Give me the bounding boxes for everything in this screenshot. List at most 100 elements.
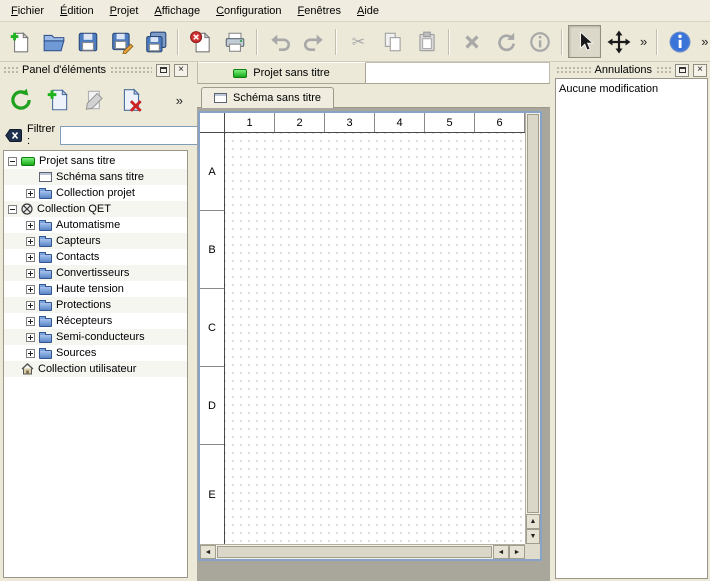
- float-dock-button[interactable]: [156, 64, 170, 77]
- pan-mode-button[interactable]: [602, 25, 635, 58]
- expand-icon[interactable]: [26, 221, 35, 230]
- dock-grip[interactable]: [556, 66, 591, 74]
- menu-aide[interactable]: Aide: [350, 2, 386, 20]
- elements-panel-titlebar: Panel d'éléments ×: [0, 62, 191, 78]
- dock-grip[interactable]: [3, 66, 18, 74]
- undo-list-item[interactable]: Aucune modification: [559, 81, 704, 96]
- float-dock-button[interactable]: [675, 64, 689, 77]
- rotate-button[interactable]: [489, 25, 522, 58]
- ruler-column: 2: [275, 113, 325, 132]
- info-gray-icon: [528, 30, 552, 54]
- scroll-left-button[interactable]: ◄: [200, 545, 216, 559]
- schema-tabbar: Schéma sans titre: [197, 84, 550, 108]
- tree-item-automatisme[interactable]: Automatisme: [4, 217, 187, 233]
- horizontal-scrollbar[interactable]: ◄ ◄ ►: [200, 544, 525, 559]
- info-blue-icon: [668, 30, 692, 54]
- collapse-icon[interactable]: [8, 157, 17, 166]
- tab-schema[interactable]: Schéma sans titre: [201, 87, 334, 108]
- menu-fichier[interactable]: Fichier: [4, 2, 51, 20]
- expand-icon[interactable]: [26, 285, 35, 294]
- expand-icon[interactable]: [26, 189, 35, 198]
- tree-item-capteurs[interactable]: Capteurs: [4, 233, 187, 249]
- main-toolbar: ✂: [0, 22, 710, 62]
- schema-tab-label: Schéma sans titre: [233, 92, 321, 104]
- ruler-corner: [200, 113, 225, 133]
- help-toolbar-overflow-chevron[interactable]: »: [697, 34, 710, 49]
- tree-item-recepteurs[interactable]: Récepteurs: [4, 313, 187, 329]
- vertical-scrollbar[interactable]: ▲ ▼: [525, 113, 540, 544]
- open-project-button[interactable]: [37, 25, 70, 58]
- expand-icon[interactable]: [26, 301, 35, 310]
- tree-item-collection-projet[interactable]: Collection projet: [4, 185, 187, 201]
- new-element-button[interactable]: [41, 83, 75, 117]
- paste-button[interactable]: [410, 25, 443, 58]
- tree-item-semi-conducteurs[interactable]: Semi-conducteurs: [4, 329, 187, 345]
- toolbar-separator: [448, 29, 450, 55]
- edit-element-button[interactable]: [78, 83, 112, 117]
- panel-toolbar-overflow-chevron[interactable]: »: [172, 93, 187, 108]
- expand-icon[interactable]: [26, 237, 35, 246]
- main-area: Panel d'éléments ×: [0, 62, 710, 581]
- collapse-icon[interactable]: [8, 205, 17, 214]
- filter-input[interactable]: [60, 126, 210, 145]
- tabbar-empty-area: [366, 63, 549, 83]
- menu-fenetres[interactable]: Fenêtres: [291, 2, 348, 20]
- tab-project[interactable]: Projet sans titre: [198, 62, 366, 83]
- delete-element-button[interactable]: [115, 83, 149, 117]
- tree-item-collection-qet[interactable]: Collection QET: [4, 201, 187, 217]
- tree-item-schema-sans-titre[interactable]: Schéma sans titre: [4, 169, 187, 185]
- expand-icon[interactable]: [26, 269, 35, 278]
- close-dock-button[interactable]: ×: [693, 64, 707, 77]
- expand-icon[interactable]: [26, 253, 35, 262]
- diagram-canvas[interactable]: [225, 133, 525, 544]
- reload-collections-button[interactable]: [4, 83, 38, 117]
- tree-item-contacts[interactable]: Contacts: [4, 249, 187, 265]
- rotate-icon: [494, 30, 518, 54]
- save-all-icon: [144, 30, 168, 54]
- copy-button[interactable]: [376, 25, 409, 58]
- vertical-scroll-thumb[interactable]: [527, 114, 539, 513]
- save-all-button[interactable]: [139, 25, 172, 58]
- expand-icon[interactable]: [26, 349, 35, 358]
- scroll-left-button-2[interactable]: ◄: [493, 545, 509, 559]
- element-info-button[interactable]: [523, 25, 556, 58]
- close-file-button[interactable]: [184, 25, 217, 58]
- tree-item-haute-tension[interactable]: Haute tension: [4, 281, 187, 297]
- copy-icon: [381, 30, 405, 54]
- tree-item-collection-utilisateur[interactable]: Collection utilisateur: [4, 361, 187, 377]
- dock-grip[interactable]: [656, 66, 671, 74]
- dock-grip[interactable]: [110, 66, 152, 74]
- save-as-button[interactable]: [105, 25, 138, 58]
- menu-edition[interactable]: Édition: [53, 2, 101, 20]
- menu-configuration[interactable]: Configuration: [209, 2, 288, 20]
- tree-item-protections[interactable]: Protections: [4, 297, 187, 313]
- redo-button[interactable]: [297, 25, 330, 58]
- about-button[interactable]: [663, 25, 696, 58]
- tree-item-sources[interactable]: Sources: [4, 345, 187, 361]
- expand-icon[interactable]: [26, 317, 35, 326]
- menu-affichage[interactable]: Affichage: [147, 2, 207, 20]
- scrollbar-corner: [525, 544, 540, 559]
- column-ruler: 1 2 3 4 5 6: [225, 113, 525, 133]
- menu-projet[interactable]: Projet: [103, 2, 146, 20]
- scroll-down-button[interactable]: ▼: [526, 529, 540, 544]
- close-dock-button[interactable]: ×: [174, 64, 188, 77]
- tree-item-convertisseurs[interactable]: Convertisseurs: [4, 265, 187, 281]
- project-tabbar: Projet sans titre: [197, 62, 550, 84]
- undo-button[interactable]: [263, 25, 296, 58]
- tree-item-projet-sans-titre[interactable]: Projet sans titre: [4, 153, 187, 169]
- horizontal-scroll-thumb[interactable]: [217, 546, 492, 558]
- select-mode-button[interactable]: [568, 25, 601, 58]
- print-button[interactable]: [218, 25, 251, 58]
- refresh-icon: [8, 87, 34, 113]
- cut-button[interactable]: ✂: [342, 25, 375, 58]
- scroll-up-button[interactable]: ▲: [526, 514, 540, 529]
- new-project-button[interactable]: [3, 25, 36, 58]
- clear-filter-icon[interactable]: [5, 128, 22, 143]
- expand-icon[interactable]: [26, 333, 35, 342]
- save-button[interactable]: [71, 25, 104, 58]
- toolbar-overflow-chevron[interactable]: »: [636, 34, 651, 49]
- folder-icon: [39, 238, 52, 247]
- delete-button[interactable]: [455, 25, 488, 58]
- scroll-right-button[interactable]: ►: [509, 545, 525, 559]
